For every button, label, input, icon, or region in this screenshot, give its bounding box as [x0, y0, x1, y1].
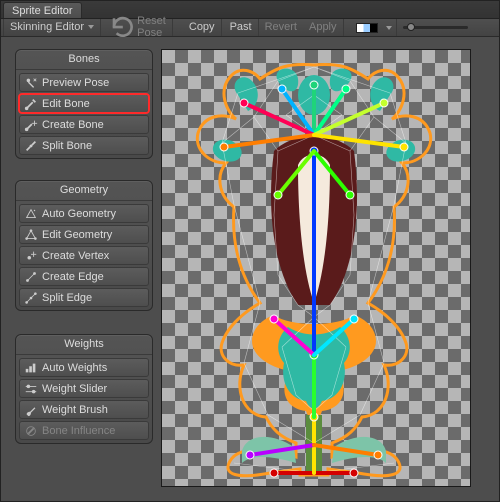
sprite-preview[interactable]: [178, 55, 451, 483]
panel-bones: Bones Preview Pose Edit Bone Create Bone…: [15, 49, 153, 159]
split-edge-icon: [24, 291, 38, 305]
weight-brush-button[interactable]: Weight Brush: [19, 400, 149, 419]
workspace: Bones Preview Pose Edit Bone Create Bone…: [1, 37, 499, 500]
brightness-slider[interactable]: [403, 26, 468, 29]
create-vertex-icon: [24, 249, 38, 263]
revert-button[interactable]: Revert: [259, 19, 303, 36]
panel-title: Bones: [16, 50, 152, 70]
split-edge-button[interactable]: Split Edge: [19, 288, 149, 307]
auto-geometry-icon: [24, 207, 38, 221]
create-vertex-button[interactable]: Create Vertex: [19, 246, 149, 265]
chevron-down-icon: [386, 26, 392, 30]
color-swatch-button[interactable]: [352, 19, 397, 36]
panel-weights: Weights Auto Weights Weight Slider Weigh…: [15, 334, 153, 444]
split-bone-button[interactable]: Split Bone: [19, 136, 149, 155]
edit-geometry-icon: [24, 228, 38, 242]
create-edge-button[interactable]: Create Edge: [19, 267, 149, 286]
auto-weights-button[interactable]: Auto Weights: [19, 358, 149, 377]
panel-title: Geometry: [16, 181, 152, 201]
panel-geometry: Geometry Auto Geometry Edit Geometry Cre…: [15, 180, 153, 311]
bone-influence-icon: [24, 424, 38, 438]
edit-bone-icon: [24, 97, 38, 111]
mode-dropdown[interactable]: Skinning Editor: [3, 19, 101, 36]
reset-pose-button[interactable]: Reset Pose: [101, 19, 173, 36]
weight-slider-icon: [24, 382, 38, 396]
preview-pose-icon: [24, 76, 38, 90]
create-bone-icon: [24, 118, 38, 132]
weight-slider-button[interactable]: Weight Slider: [19, 379, 149, 398]
edit-bone-button[interactable]: Edit Bone: [19, 94, 149, 113]
apply-button[interactable]: Apply: [303, 19, 344, 36]
preview-pose-button[interactable]: Preview Pose: [19, 73, 149, 92]
paste-button[interactable]: Past: [222, 19, 259, 36]
tab-sprite-editor[interactable]: Sprite Editor: [3, 2, 82, 18]
tab-bar: Sprite Editor: [1, 1, 499, 19]
mode-label: Skinning Editor: [10, 21, 84, 33]
edit-geometry-button[interactable]: Edit Geometry: [19, 225, 149, 244]
auto-weights-icon: [24, 361, 38, 375]
weight-brush-icon: [24, 403, 38, 417]
chevron-down-icon: [88, 25, 94, 29]
create-bone-button[interactable]: Create Bone: [19, 115, 149, 134]
copy-button[interactable]: Copy: [181, 19, 222, 36]
swatch-icon: [356, 23, 378, 33]
slider-knob[interactable]: [407, 23, 415, 31]
split-bone-icon: [24, 139, 38, 153]
create-edge-icon: [24, 270, 38, 284]
toolbar: Skinning Editor Reset Pose Copy Past Rev…: [1, 19, 499, 37]
bone-influence-button: Bone Influence: [19, 421, 149, 440]
canvas[interactable]: [161, 49, 471, 487]
auto-geometry-button[interactable]: Auto Geometry: [19, 204, 149, 223]
panel-title: Weights: [16, 335, 152, 355]
